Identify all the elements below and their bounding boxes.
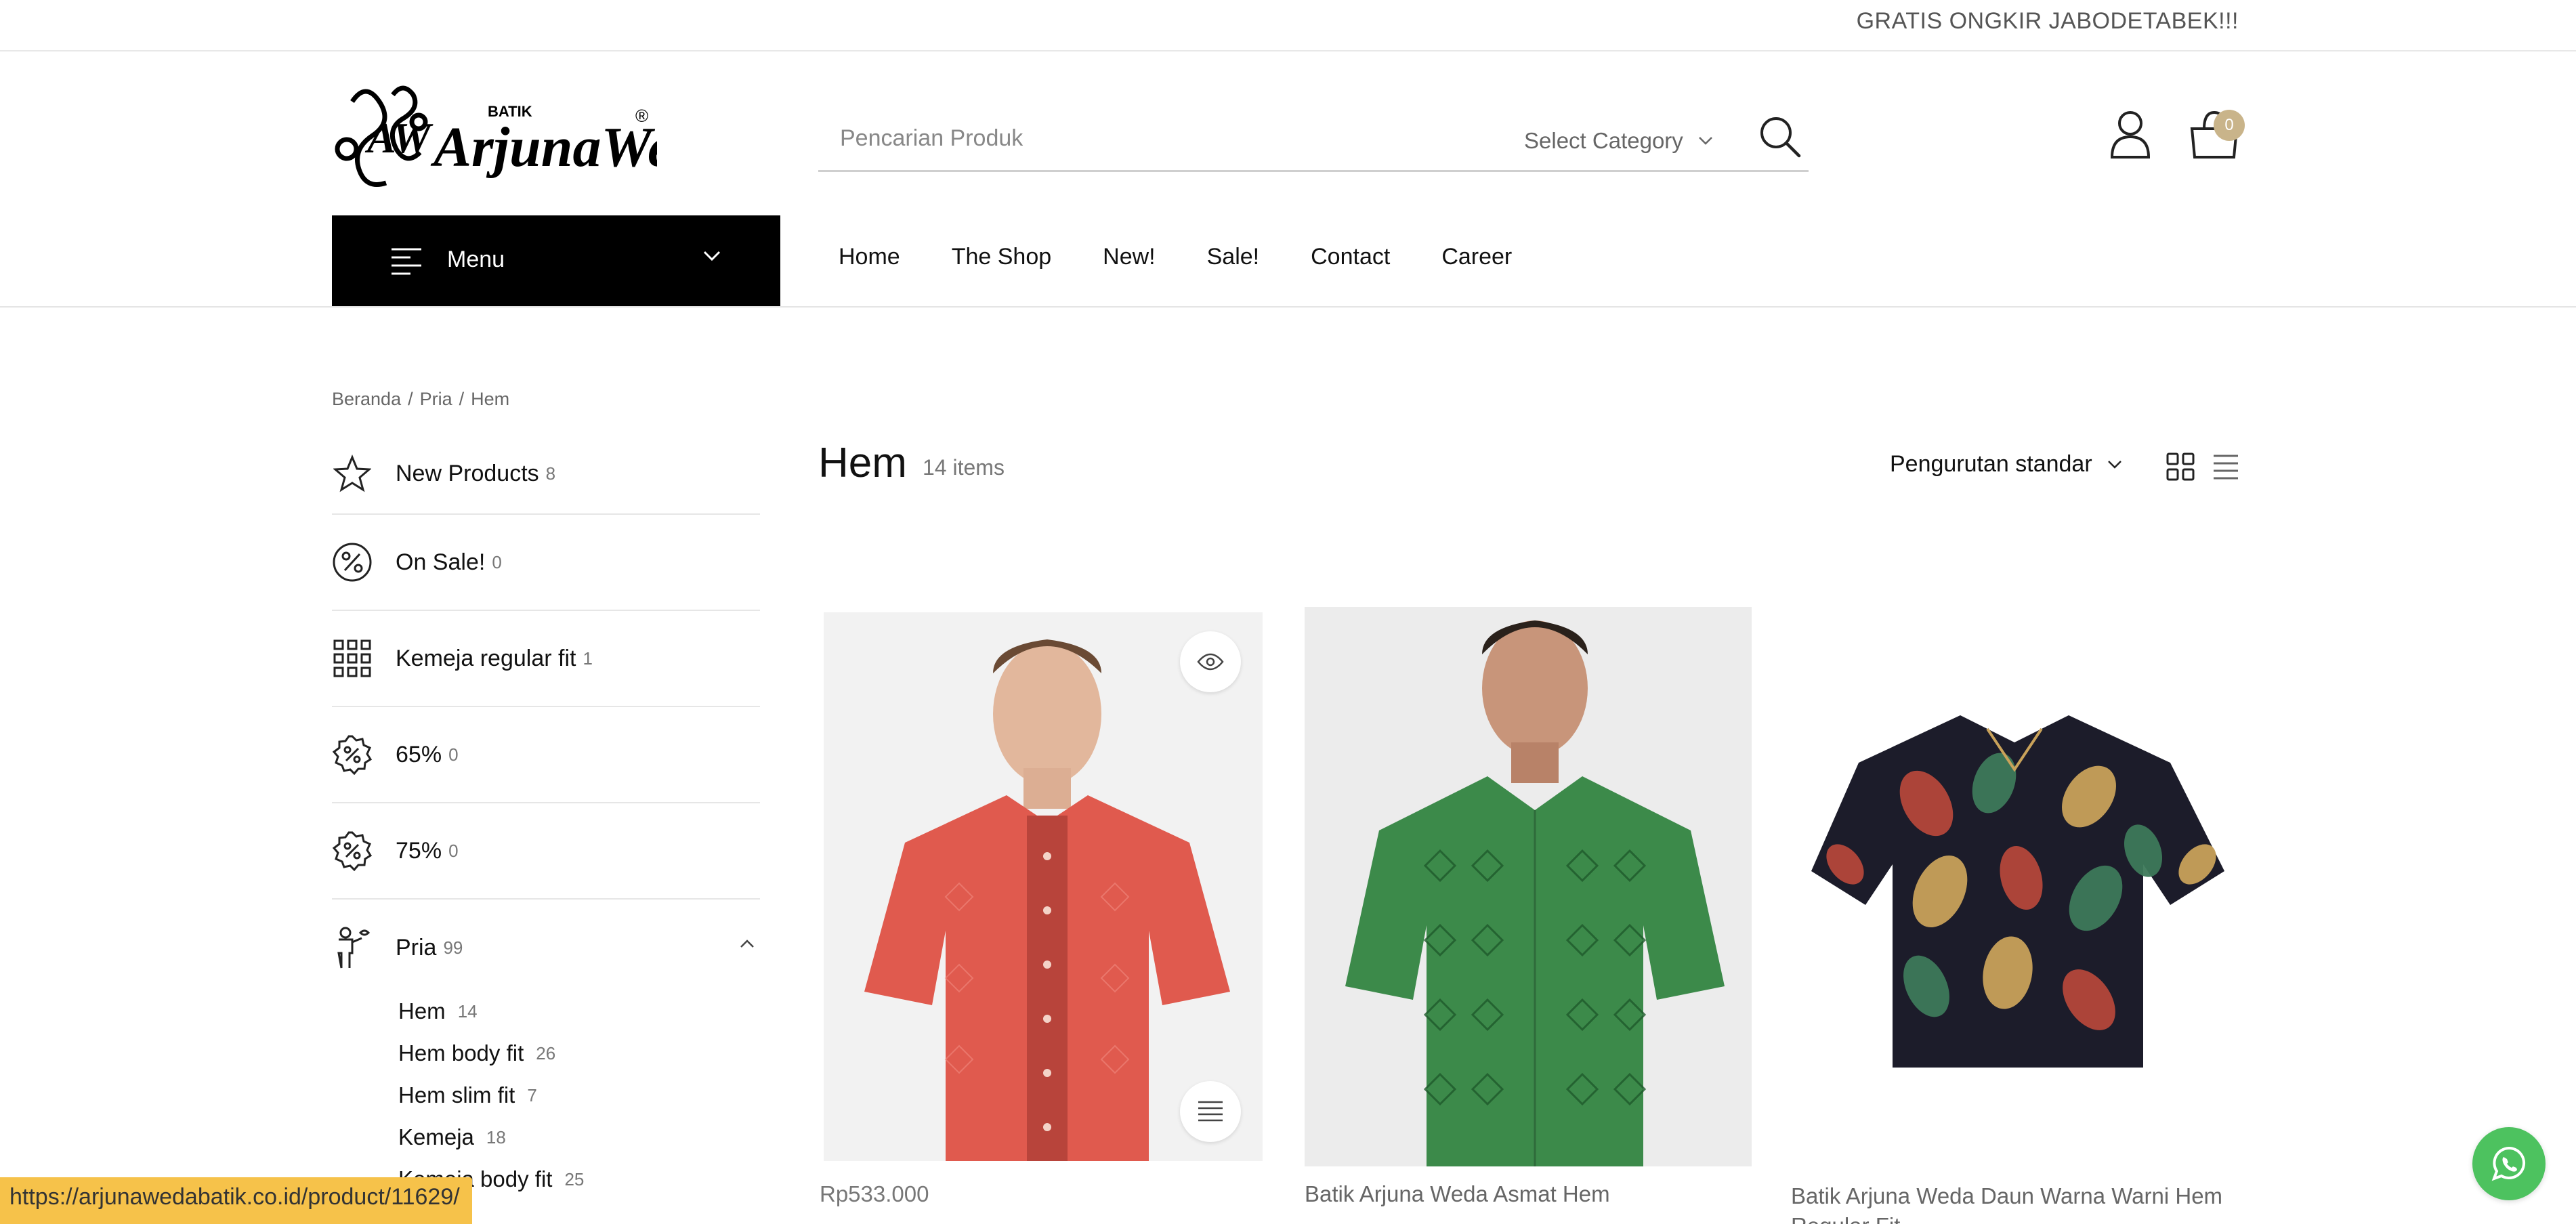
item-count: 14 items	[923, 455, 1005, 480]
sort-select[interactable]: Pengurutan standar	[1890, 451, 2122, 478]
sidebar-subitem-kemeja[interactable]: Kemeja 18	[398, 1116, 760, 1158]
quick-view-button[interactable]	[1180, 631, 1241, 692]
search-bar: Select Category	[818, 108, 1809, 172]
discount-badge-icon	[332, 735, 373, 775]
subitem-label: Hem	[398, 998, 446, 1023]
sidebar-item-label: 65%	[396, 741, 442, 767]
percent-circle-icon	[333, 543, 372, 582]
category-select[interactable]: Select Category	[1524, 122, 1713, 160]
product-card-image[interactable]	[824, 612, 1263, 1161]
breadcrumb-pria[interactable]: Pria	[420, 389, 452, 409]
promo-text: GRATIS ONGKIR JABODETABEK!!!	[1856, 8, 2239, 34]
search-button[interactable]	[1753, 110, 1807, 164]
search-icon	[1760, 117, 1801, 158]
subitem-count: 25	[564, 1168, 585, 1189]
search-input[interactable]	[840, 118, 1517, 159]
nav-sale[interactable]: Sale!	[1207, 244, 1260, 270]
sidebar-item-on-sale[interactable]: On Sale! 0	[332, 515, 760, 611]
sidebar-item-label: New Products	[396, 460, 539, 486]
chevron-up-icon[interactable]	[740, 939, 755, 948]
sidebar-item-count: 0	[448, 744, 459, 765]
top-promo-bar: GRATIS ONGKIR JABODETABEK!!!	[0, 0, 2576, 51]
nav-home[interactable]: Home	[839, 244, 900, 270]
chevron-down-icon	[1698, 137, 1712, 145]
sidebar-item-count: 0	[492, 551, 502, 572]
category-menu-button[interactable]: Menu	[332, 215, 780, 308]
man-icon	[337, 927, 371, 969]
red-batik-shirt-image	[824, 612, 1263, 1161]
breadcrumb: Beranda / Pria / Hem	[332, 389, 509, 410]
nav-the-shop[interactable]: The Shop	[952, 244, 1051, 270]
logo-brand-text: ArjunaWeda	[430, 116, 657, 179]
sidebar-subitem-hem-slim-fit[interactable]: Hem slim fit 7	[398, 1074, 760, 1116]
grid-icon	[333, 639, 371, 677]
discount-badge-icon	[332, 831, 373, 871]
sidebar-item-kemeja-regular-fit[interactable]: Kemeja regular fit 1	[332, 611, 760, 707]
batik-logo-ornament-icon: AW BATIK ArjunaWeda ®	[335, 85, 730, 187]
product-card-image[interactable]	[1305, 607, 1752, 1166]
category-sidebar: New Products 8 On Sale! 0 Kemeja regular…	[332, 434, 760, 1200]
list-view-icon[interactable]	[2212, 454, 2239, 480]
subitem-count: 14	[457, 1000, 478, 1021]
whatsapp-icon	[2491, 1146, 2526, 1181]
subitem-count: 26	[536, 1042, 556, 1063]
status-bar-url: https://arjunawedabatik.co.id/product/11…	[0, 1177, 472, 1224]
product-name[interactable]: Batik Arjuna Weda Asmat Hem	[1305, 1181, 1610, 1207]
sidebar-item-count: 0	[448, 840, 459, 861]
chevron-down-icon	[703, 251, 721, 261]
sidebar-item-75[interactable]: 75% 0	[332, 803, 760, 900]
sidebar-subitem-hem[interactable]: Hem 14	[398, 990, 760, 1032]
hamburger-icon	[392, 248, 421, 275]
nav-contact[interactable]: Contact	[1311, 244, 1390, 270]
sidebar-item-label: On Sale!	[396, 549, 486, 575]
sidebar-item-65[interactable]: 65% 0	[332, 707, 760, 803]
product-name[interactable]: Batik Arjuna Weda Daun Warna Warni Hem R…	[1791, 1181, 2265, 1224]
sidebar-item-label: Pria	[396, 934, 437, 961]
eye-icon	[1197, 653, 1224, 671]
leaf-batik-shirt-image	[1791, 607, 2241, 1166]
subitem-label: Kemeja	[398, 1124, 474, 1149]
logo-registered-mark: ®	[635, 106, 648, 126]
subitem-label: Hem slim fit	[398, 1082, 515, 1107]
header-divider	[0, 306, 2576, 308]
svg-text:AW: AW	[364, 114, 434, 162]
grid-view-icon[interactable]	[2166, 452, 2195, 481]
breadcrumb-separator: /	[408, 389, 413, 409]
sort-label: Pengurutan standar	[1890, 451, 2092, 477]
breadcrumb-separator: /	[459, 389, 465, 409]
sidebar-item-count: 99	[443, 937, 463, 958]
category-select-label: Select Category	[1524, 128, 1683, 153]
sidebar-item-count: 8	[545, 463, 556, 484]
sidebar-item-pria[interactable]: Pria 99	[332, 900, 760, 996]
sidebar-item-new-products[interactable]: New Products 8	[332, 434, 760, 515]
breadcrumb-home[interactable]: Beranda	[332, 389, 401, 409]
page-title: Hem	[818, 440, 907, 486]
menu-label: Menu	[447, 247, 505, 272]
sidebar-sublist-pria: Hem 14 Hem body fit 26 Hem slim fit 7 Kemej…	[398, 990, 760, 1200]
chevron-down-icon	[2107, 460, 2121, 469]
main-nav: Home The Shop New! Sale! Contact Career	[839, 244, 1563, 270]
green-batik-shirt-image	[1305, 607, 1752, 1166]
subitem-count: 18	[486, 1126, 506, 1147]
sidebar-item-count: 1	[583, 648, 593, 669]
product-price: Rp533.000	[820, 1181, 929, 1206]
user-icon	[2110, 111, 2151, 159]
subitem-label: Hem body fit	[398, 1040, 524, 1065]
sidebar-item-label: Kemeja regular fit	[396, 645, 576, 671]
nav-new[interactable]: New!	[1103, 244, 1155, 270]
brand-logo[interactable]: AW BATIK ArjunaWeda ®	[332, 75, 730, 196]
sidebar-subitem-hem-body-fit[interactable]: Hem body fit 26	[398, 1032, 760, 1074]
sidebar-item-label: 75%	[396, 837, 442, 864]
nav-career[interactable]: Career	[1441, 244, 1512, 270]
whatsapp-button[interactable]	[2472, 1127, 2546, 1200]
add-to-cart-button[interactable]	[1180, 1081, 1241, 1142]
breadcrumb-current: Hem	[471, 389, 510, 409]
product-card-image[interactable]	[1791, 607, 2241, 1166]
star-icon	[333, 455, 371, 492]
subitem-count: 7	[527, 1084, 537, 1105]
account-button[interactable]	[2107, 108, 2154, 160]
cart-count-badge: 0	[2214, 110, 2245, 141]
list-menu-icon	[1198, 1101, 1223, 1122]
